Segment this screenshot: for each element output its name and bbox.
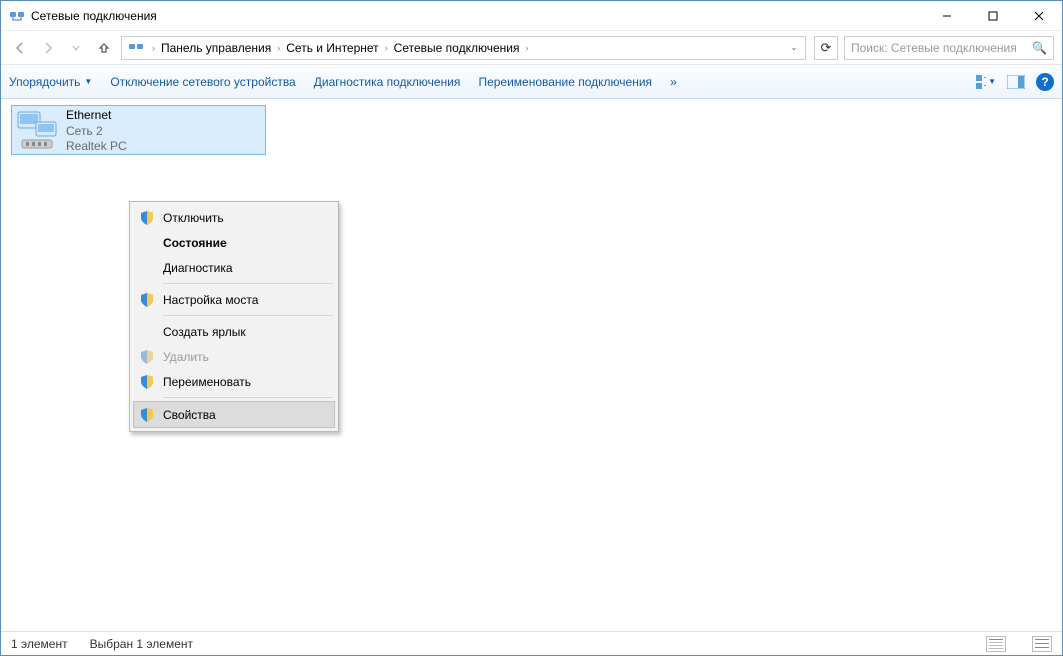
address-bar[interactable]: › Панель управления › Сеть и Интернет › … — [121, 36, 806, 60]
status-bar: 1 элемент Выбран 1 элемент — [1, 631, 1062, 655]
ctx-status[interactable]: Состояние — [133, 230, 335, 255]
title-bar: Сетевые подключения — [1, 1, 1062, 31]
ctx-label: Отключить — [163, 211, 327, 225]
dropdown-arrow-icon: ▼ — [84, 77, 92, 86]
rename-connection-button[interactable]: Переименование подключения — [478, 75, 652, 89]
nav-up-button[interactable] — [93, 37, 115, 59]
ctx-rename[interactable]: Переименовать — [133, 369, 335, 394]
refresh-button[interactable]: ⟳ — [814, 36, 838, 60]
preview-pane-button[interactable] — [1006, 72, 1026, 92]
search-icon: 🔍 — [1032, 41, 1047, 55]
shield-icon — [139, 349, 155, 365]
connection-network: Сеть 2 — [66, 124, 127, 140]
ctx-label: Удалить — [163, 350, 327, 364]
maximize-button[interactable] — [970, 1, 1016, 31]
connection-item-labels: Ethernet Сеть 2 Realtek PC — [66, 108, 127, 155]
ctx-label: Создать ярлык — [163, 325, 327, 339]
ctx-properties[interactable]: Свойства — [133, 401, 335, 428]
command-bar: Упорядочить ▼ Отключение сетевого устрой… — [1, 65, 1062, 99]
search-box[interactable]: 🔍 — [844, 36, 1054, 60]
minimize-button[interactable] — [924, 1, 970, 31]
status-selected-count: Выбран 1 элемент — [90, 637, 193, 651]
organize-label: Упорядочить — [9, 75, 80, 89]
ctx-bridge[interactable]: Настройка моста — [133, 287, 335, 312]
nav-back-button[interactable] — [9, 37, 31, 59]
connection-item-ethernet[interactable]: Ethernet Сеть 2 Realtek PC — [11, 105, 266, 155]
ctx-delete: Удалить — [133, 344, 335, 369]
ctx-separator — [163, 397, 333, 398]
status-item-count: 1 элемент — [11, 637, 68, 651]
address-dropdown-button[interactable]: ⌄ — [785, 37, 803, 59]
connection-adapter: Realtek PC — [66, 139, 127, 155]
ctx-diagnose[interactable]: Диагностика — [133, 255, 335, 280]
ctx-disable[interactable]: Отключить — [133, 205, 335, 230]
disable-device-button[interactable]: Отключение сетевого устройства — [110, 75, 295, 89]
shield-icon — [139, 374, 155, 390]
crumb-sep-icon: › — [273, 43, 284, 53]
breadcrumb-item[interactable]: Сеть и Интернет — [284, 41, 380, 55]
ctx-label: Настройка моста — [163, 293, 327, 307]
ctx-label: Состояние — [163, 236, 327, 250]
blank-icon — [139, 324, 155, 340]
connection-name: Ethernet — [66, 108, 127, 124]
breadcrumb-item[interactable]: Сетевые подключения — [392, 41, 522, 55]
blank-icon — [139, 235, 155, 251]
nav-forward-button[interactable] — [37, 37, 59, 59]
large-icons-view-button[interactable] — [1032, 636, 1052, 652]
crumb-sep-icon: › — [148, 43, 159, 53]
window-title: Сетевые подключения — [31, 9, 157, 23]
close-button[interactable] — [1016, 1, 1062, 31]
blank-icon — [139, 260, 155, 276]
organize-button[interactable]: Упорядочить ▼ — [9, 75, 92, 89]
ctx-label: Переименовать — [163, 375, 327, 389]
network-connections-icon — [128, 40, 144, 56]
diagnose-connection-button[interactable]: Диагностика подключения — [314, 75, 461, 89]
view-options-button[interactable]: ▼ — [976, 72, 996, 92]
crumb-sep-icon: › — [521, 43, 532, 53]
more-commands-button[interactable]: » — [670, 75, 677, 89]
ctx-label: Свойства — [163, 408, 326, 422]
ethernet-adapter-icon — [16, 108, 60, 152]
address-bar-row: › Панель управления › Сеть и Интернет › … — [1, 31, 1062, 65]
window-controls — [924, 1, 1062, 31]
ctx-create-shortcut[interactable]: Создать ярлык — [133, 319, 335, 344]
help-button[interactable]: ? — [1036, 73, 1054, 91]
content-area: Ethernet Сеть 2 Realtek PC Отключить Сос… — [1, 99, 1062, 631]
ctx-label: Диагностика — [163, 261, 327, 275]
context-menu: Отключить Состояние Диагностика Настройк… — [129, 201, 339, 432]
ctx-separator — [163, 315, 333, 316]
shield-icon — [139, 210, 155, 226]
search-input[interactable] — [851, 41, 1032, 55]
recent-locations-button[interactable] — [65, 37, 87, 59]
shield-icon — [139, 292, 155, 308]
app-icon — [9, 8, 25, 24]
crumb-sep-icon: › — [381, 43, 392, 53]
ctx-separator — [163, 283, 333, 284]
shield-icon — [139, 407, 155, 423]
breadcrumb-item[interactable]: Панель управления — [159, 41, 273, 55]
details-view-button[interactable] — [986, 636, 1006, 652]
